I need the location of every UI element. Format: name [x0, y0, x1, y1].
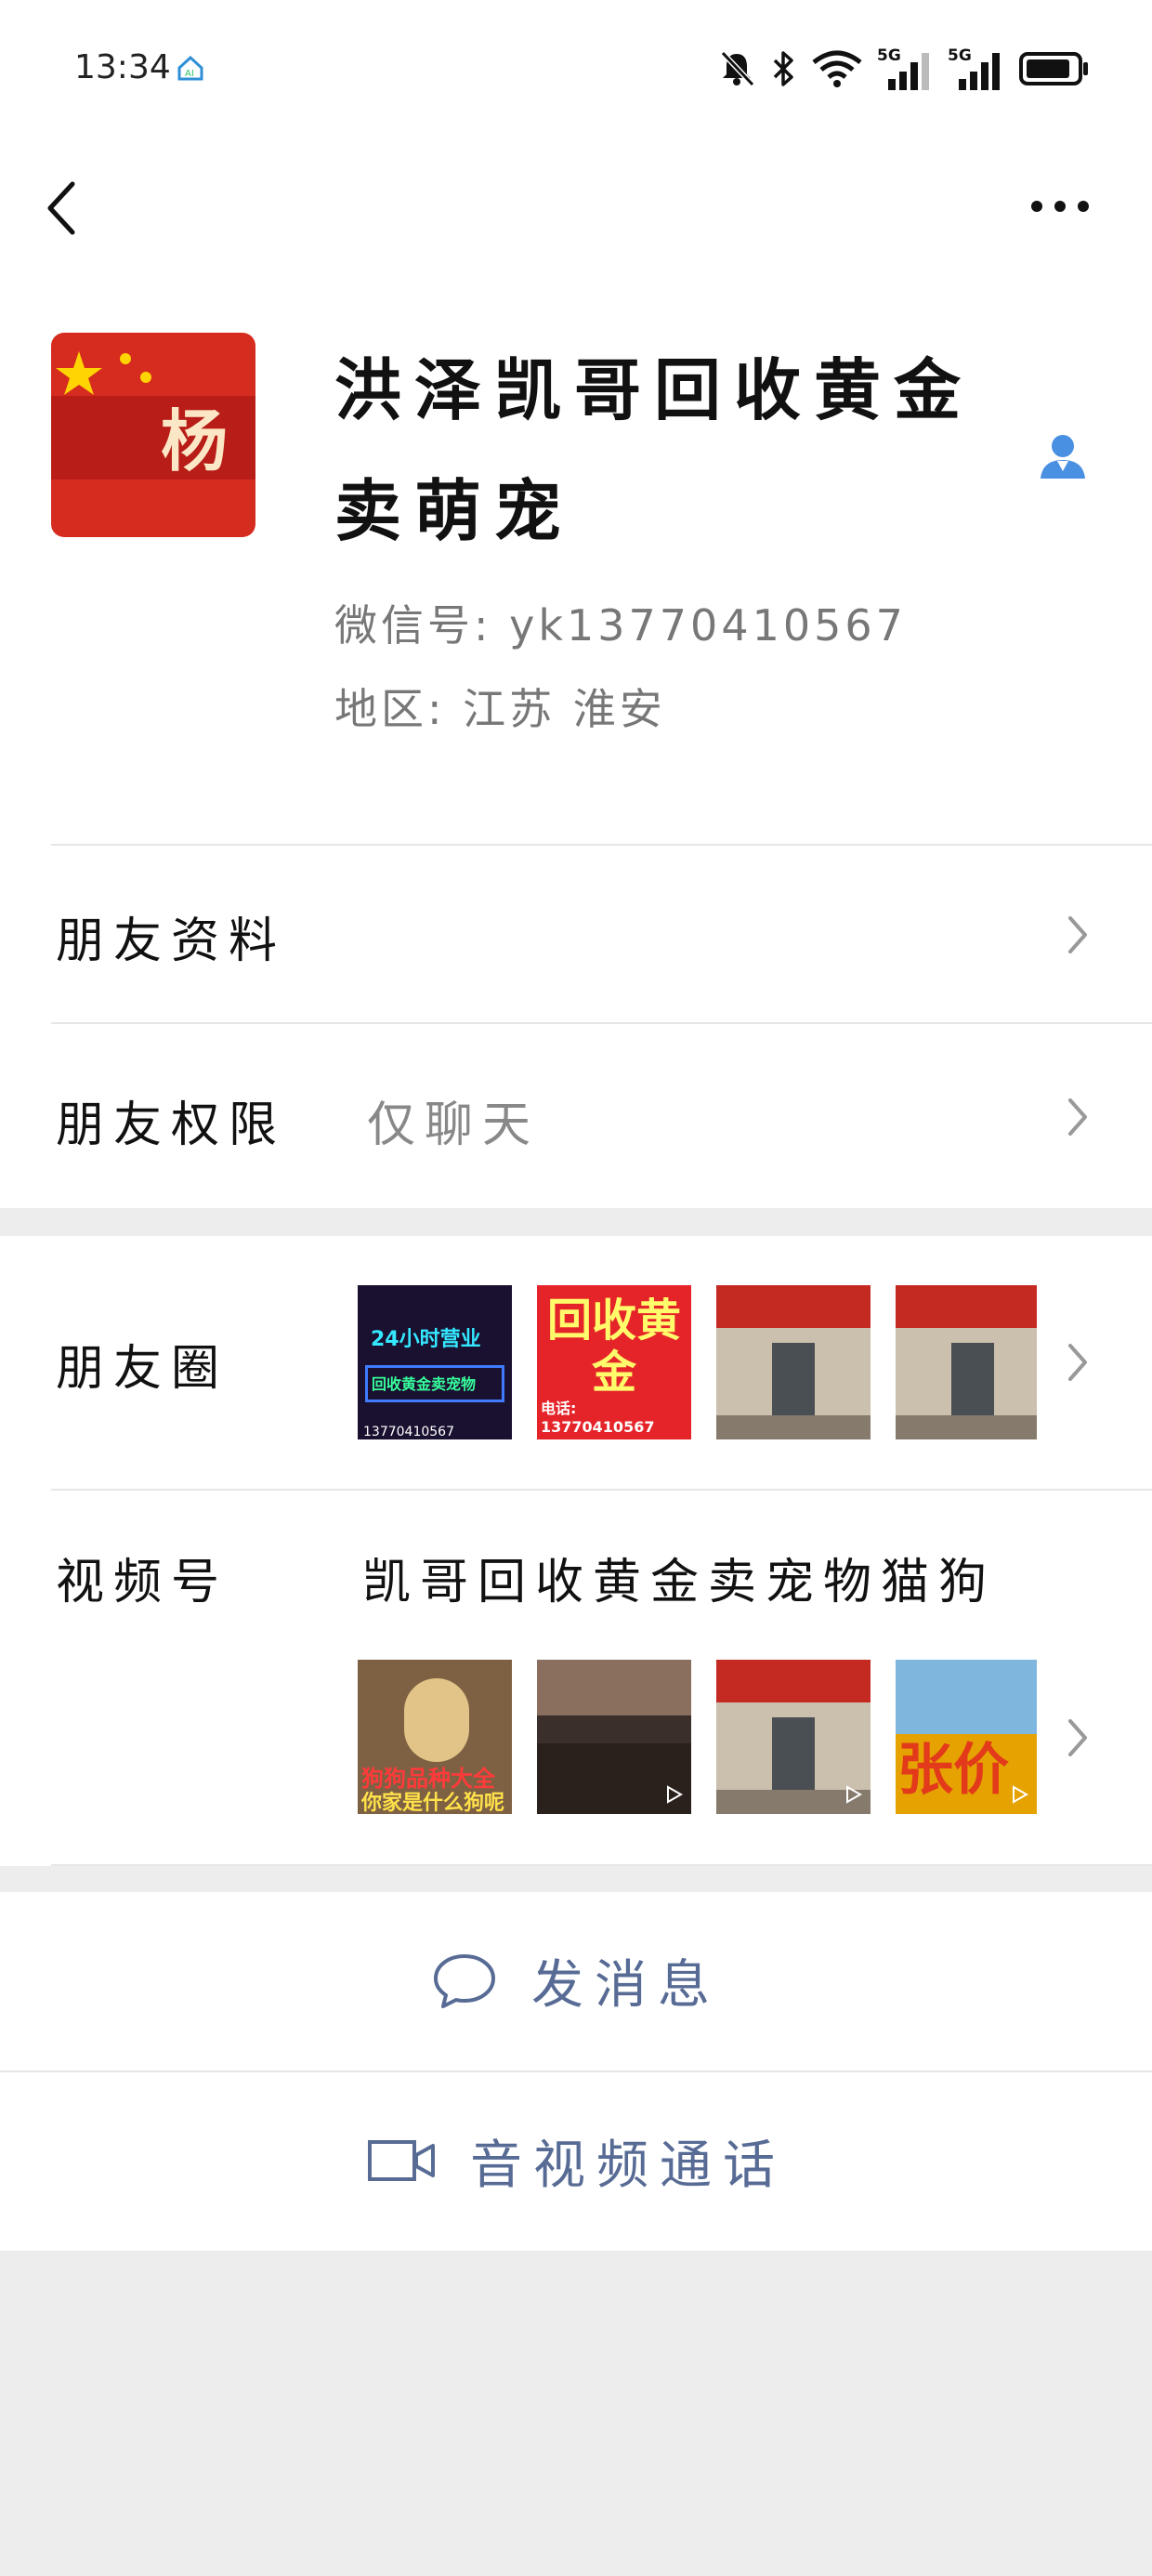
mute-bell-icon — [720, 50, 755, 87]
wifi-icon — [812, 50, 862, 87]
signal-5g-icon: 5G — [948, 46, 1000, 90]
row-friend-permission[interactable]: 朋友权限 仅聊天 — [0, 1024, 1152, 1206]
thumb-sky — [896, 1660, 1037, 1734]
wechat-id: 微信号: yk13770410567 — [334, 600, 907, 651]
avatar[interactable]: 杨 — [51, 333, 255, 537]
row-label: 朋友资料 — [56, 913, 287, 969]
play-icon — [667, 1785, 684, 1804]
chevron-right-icon — [1068, 1719, 1087, 1756]
channels-thumb-3 — [716, 1660, 871, 1814]
thumb-text: 张价 — [897, 1738, 1009, 1803]
bluetooth-icon — [773, 51, 793, 86]
thumb-text: 回收黄金 — [544, 1295, 684, 1399]
av-call-label: 音视频通话 — [470, 2135, 786, 2196]
contact-person-icon[interactable] — [1037, 430, 1089, 482]
thumb-sign — [716, 1285, 871, 1328]
status-time: 13:34 — [74, 48, 171, 86]
divider — [51, 1864, 1152, 1866]
row-label: 朋友圈 — [56, 1341, 229, 1397]
signal-5g-icon: 5G — [877, 46, 929, 90]
media-section: 朋友圈 24小时营业 回收黄金卖宠物 13770410567 回收黄金 电话: … — [0, 1236, 1152, 1866]
thumb-text: 你家是什么狗呢 — [361, 1792, 505, 1814]
chevron-right-icon — [1068, 916, 1087, 953]
thumb-dog — [404, 1678, 469, 1762]
play-icon — [1013, 1785, 1029, 1804]
send-message-button[interactable]: 发消息 — [0, 1892, 1152, 2069]
channels-thumb-4: 张价 — [896, 1660, 1037, 1814]
row-label: 朋友权限 — [56, 1097, 287, 1153]
row-label: 视频号 — [56, 1555, 229, 1610]
contact-name: 洪泽凯哥回收黄金卖萌宠 — [334, 351, 975, 550]
more-dots-icon[interactable] — [1029, 195, 1091, 217]
channel-name: 凯哥回收黄金卖宠物猫狗 — [362, 1555, 997, 1610]
network-label-1: 5G — [877, 46, 901, 65]
chat-bubble-icon — [434, 1954, 495, 2008]
video-camera-icon — [368, 2140, 435, 2181]
play-icon — [846, 1785, 863, 1804]
row-friend-info[interactable]: 朋友资料 — [0, 846, 1152, 1022]
status-bar: 13:34 AI 5G 5G — [0, 0, 1152, 139]
top-nav — [0, 158, 1152, 260]
battery-icon — [1019, 52, 1088, 85]
moments-thumb-4 — [896, 1285, 1037, 1439]
thumb-sign — [896, 1285, 1037, 1328]
avatar-char: 杨 — [161, 401, 229, 480]
av-call-button[interactable]: 音视频通话 — [0, 2072, 1152, 2249]
row-channels[interactable]: 视频号 凯哥回收黄金卖宠物猫狗 狗狗品种大全 你家是什么狗呢 张价 — [0, 1491, 1152, 1862]
chevron-right-icon — [1068, 1344, 1087, 1381]
thumb-sign — [716, 1660, 871, 1702]
thumb-sky — [537, 1660, 691, 1715]
actions-section: 发消息 音视频通话 — [0, 1892, 1152, 2251]
home-ai-icon: AI — [177, 55, 203, 81]
row-moments[interactable]: 朋友圈 24小时营业 回收黄金卖宠物 13770410567 回收黄金 电话: … — [0, 1236, 1152, 1489]
region: 地区: 江苏 淮安 — [334, 684, 666, 734]
thumb-ground — [896, 1415, 1037, 1439]
moments-thumb-2: 回收黄金 电话: 13770410567 — [537, 1285, 691, 1439]
thumb-text: 24小时营业 — [371, 1328, 481, 1351]
thumb-text: 13770410567 — [363, 1425, 454, 1439]
chevron-right-icon — [1068, 1098, 1087, 1136]
send-message-label: 发消息 — [531, 1954, 721, 2016]
profile-header: 杨 洪泽凯哥回收黄金卖萌宠 微信号: yk13770410567 地区: 江苏 … — [0, 330, 1152, 767]
thumb-text: 回收黄金卖宠物 — [365, 1365, 504, 1402]
moments-thumb-1: 24小时营业 回收黄金卖宠物 13770410567 — [358, 1285, 512, 1439]
chevron-left-icon[interactable] — [43, 177, 80, 240]
moments-thumb-3 — [716, 1285, 871, 1439]
channels-thumb-1: 狗狗品种大全 你家是什么狗呢 — [358, 1660, 512, 1814]
thumb-text: 电话: 13770410567 — [541, 1400, 655, 1436]
channels-thumb-2 — [537, 1660, 691, 1814]
network-label-2: 5G — [948, 46, 972, 65]
thumb-ground — [716, 1415, 871, 1439]
svg-text:AI: AI — [185, 69, 194, 79]
row-value: 仅聊天 — [367, 1097, 541, 1153]
status-icons: 5G 5G — [717, 45, 1091, 93]
